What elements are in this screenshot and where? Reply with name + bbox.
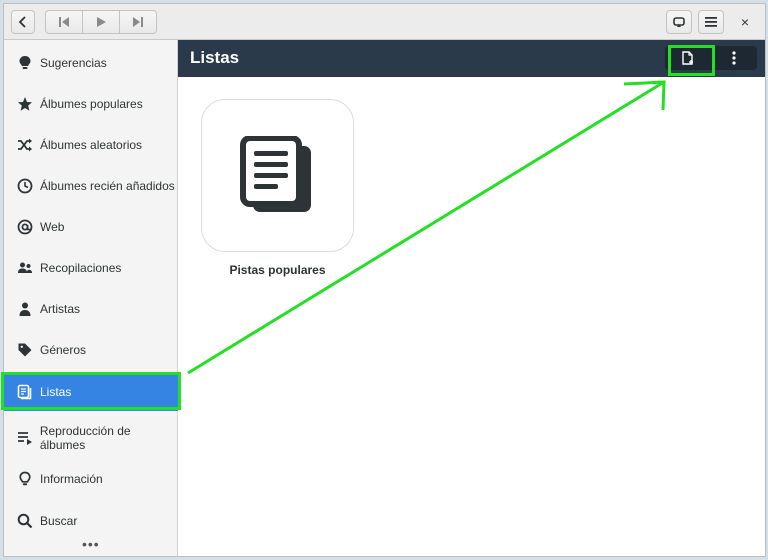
sidebar-item-label: Artistas bbox=[40, 302, 81, 316]
sidebar-item-label: Recopilaciones bbox=[40, 261, 122, 275]
sidebar-item-informacion[interactable]: Información bbox=[4, 460, 178, 498]
at-sign-icon bbox=[16, 218, 34, 236]
chevron-left-icon bbox=[18, 16, 26, 28]
sidebar-item-label: Álbumes recién añadidos bbox=[40, 179, 175, 193]
hamburger-menu-icon bbox=[705, 17, 717, 27]
content-header: Listas bbox=[178, 40, 765, 77]
queue-icon bbox=[16, 429, 34, 447]
tag-icon bbox=[16, 341, 34, 359]
more-items-indicator[interactable]: ••• bbox=[82, 536, 100, 552]
app-window: × Sugerencias Álbumes populares Álbumes … bbox=[3, 3, 766, 557]
repeat-icon bbox=[673, 17, 685, 27]
vertical-dots-icon bbox=[732, 51, 736, 65]
next-button[interactable] bbox=[119, 10, 157, 34]
sidebar-item-label: Información bbox=[40, 472, 103, 486]
person-icon bbox=[16, 300, 34, 318]
clock-icon bbox=[16, 177, 34, 195]
playlist-card-label: Pistas populares bbox=[229, 263, 326, 277]
sidebar-item-recopilaciones[interactable]: Recopilaciones bbox=[4, 249, 178, 287]
shuffle-icon bbox=[16, 136, 34, 154]
documents-icon bbox=[239, 135, 311, 212]
sidebar-item-generos[interactable]: Géneros bbox=[4, 331, 178, 369]
sidebar-item-artistas[interactable]: Artistas bbox=[4, 290, 178, 328]
sidebar-item-label: Géneros bbox=[40, 343, 87, 357]
close-icon: × bbox=[740, 14, 750, 30]
play-icon bbox=[97, 17, 106, 27]
new-playlist-button[interactable] bbox=[665, 46, 711, 70]
sidebar-item-albumes-recien-anadidos[interactable]: Álbumes recién añadidos bbox=[4, 167, 178, 205]
sidebar-item-label: Buscar bbox=[40, 514, 78, 528]
playlist-card[interactable] bbox=[201, 99, 354, 252]
search-icon bbox=[16, 512, 34, 530]
header-actions bbox=[665, 46, 757, 70]
sidebar: Sugerencias Álbumes populares Álbumes al… bbox=[4, 40, 178, 556]
more-options-button[interactable] bbox=[711, 46, 757, 70]
new-document-icon bbox=[682, 51, 693, 65]
sidebar-item-label: Listas bbox=[40, 385, 72, 399]
lightbulb-outline-icon bbox=[16, 470, 34, 488]
lightbulb-icon bbox=[16, 54, 34, 72]
sidebar-item-label: Web bbox=[40, 220, 65, 234]
repeat-button[interactable] bbox=[666, 10, 692, 34]
skip-previous-icon bbox=[59, 17, 69, 27]
star-icon bbox=[16, 95, 34, 113]
sidebar-item-label: Álbumes populares bbox=[40, 97, 143, 111]
sidebar-item-albumes-aleatorios[interactable]: Álbumes aleatorios bbox=[4, 126, 178, 164]
sidebar-item-reproduccion-de-albumes[interactable]: Reproducción de álbumes bbox=[4, 419, 178, 457]
sidebar-item-label: Reproducción de álbumes bbox=[39, 424, 131, 452]
back-button[interactable] bbox=[11, 10, 35, 34]
people-icon bbox=[16, 259, 34, 277]
sidebar-item-albumes-populares[interactable]: Álbumes populares bbox=[4, 85, 178, 123]
play-button[interactable] bbox=[82, 10, 120, 34]
main-menu-button[interactable] bbox=[698, 10, 724, 34]
sidebar-item-listas[interactable]: Listas bbox=[4, 373, 178, 411]
page-title: Listas bbox=[190, 48, 240, 67]
close-button[interactable]: × bbox=[733, 10, 757, 34]
sidebar-item-web[interactable]: Web bbox=[4, 208, 178, 246]
skip-next-icon bbox=[133, 17, 143, 27]
sidebar-item-buscar[interactable]: Buscar bbox=[4, 502, 178, 540]
headerbar: × bbox=[4, 4, 765, 40]
sidebar-item-sugerencias[interactable]: Sugerencias bbox=[4, 44, 178, 82]
previous-button[interactable] bbox=[45, 10, 83, 34]
playlist-icon bbox=[16, 383, 34, 401]
sidebar-item-label: Álbumes aleatorios bbox=[40, 138, 143, 152]
playback-controls bbox=[45, 10, 157, 34]
sidebar-item-label: Sugerencias bbox=[40, 56, 107, 70]
playlists-view: Listas Pistas populares bbox=[178, 40, 765, 556]
